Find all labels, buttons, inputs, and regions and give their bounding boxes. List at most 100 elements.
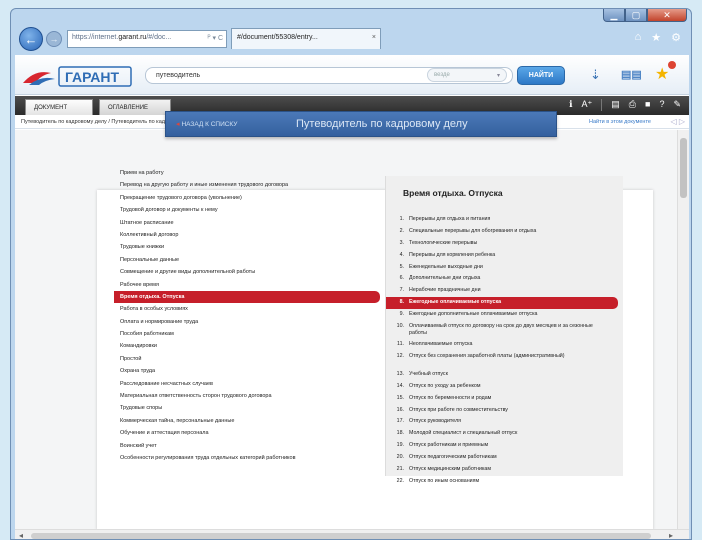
section-item[interactable]: 14. Отпуск по уходу за ребенком — [386, 381, 618, 393]
topic-item[interactable]: Обучение и аттестация персонала — [118, 427, 380, 439]
section-item[interactable]: 7. Нерабочие праздничные дни — [386, 285, 618, 297]
section-item-number: 16. — [396, 406, 404, 413]
page-icon[interactable]: ▤ — [611, 99, 620, 111]
topic-item[interactable]: Перевод на другую работу и иные изменени… — [118, 179, 380, 191]
scroll-left-icon[interactable]: ◂ — [19, 531, 23, 539]
section-item-number: 13. — [396, 370, 404, 377]
download-icon[interactable]: ⇣ — [590, 67, 601, 83]
section-item-label: Оплачиваемый отпуск по договору на срок … — [409, 323, 593, 337]
topic-item[interactable]: Оплата и нормирование труда — [118, 316, 380, 328]
section-item[interactable]: 22. Отпуск по иным основаниям — [386, 476, 618, 488]
section-item[interactable]: 16. Отпуск при работе по совместительству — [386, 405, 618, 417]
section-item-number: 7. — [399, 287, 404, 294]
browser-icons: ⌂ ★ ⚙ — [635, 31, 681, 44]
topic-item[interactable]: Работа в особых условиях — [118, 303, 380, 315]
topic-item[interactable]: Прекращение трудового договора (увольнен… — [118, 192, 380, 204]
print-icon[interactable]: ⎙ — [629, 99, 636, 111]
topic-item[interactable]: Трудовой договор и документы к нему — [118, 204, 380, 216]
section-item[interactable]: 13. Учебный отпуск — [386, 369, 618, 381]
section-item[interactable]: 9. Ежегодные дополнительные оплачиваемые … — [386, 309, 618, 321]
topic-item[interactable]: Командировки — [118, 340, 380, 352]
address-tools[interactable]: ᴾ ▾ C — [208, 34, 223, 42]
garant-logo-icon: ГАРАНТ — [23, 66, 132, 87]
topic-item[interactable]: Расследование несчастных случаев — [118, 378, 380, 390]
section-item-label: Отпуск руководителя — [409, 418, 462, 425]
topic-item[interactable]: Пособия работникам — [118, 328, 380, 340]
section-item[interactable]: 1. Перерывы для отдыха и питания — [386, 214, 618, 226]
address-bar[interactable]: https://internet.garant.ru/#/doc... ᴾ ▾ … — [67, 30, 227, 48]
settings-icon[interactable]: ✎ — [673, 99, 681, 111]
section-item-number: 14. — [396, 382, 404, 389]
settings-gear-icon[interactable]: ⚙ — [671, 31, 681, 44]
notification-badge — [668, 61, 676, 69]
vertical-scrollbar[interactable] — [677, 130, 689, 529]
section-item-number: 18. — [396, 430, 404, 437]
scroll-right-icon[interactable]: ▸ — [669, 531, 673, 539]
section-item[interactable]: 4. Перерывы для кормления ребенка — [386, 250, 618, 262]
section-item[interactable]: 17. Отпуск руководителя — [386, 416, 618, 428]
back-to-list-link[interactable]: ◂ НАЗАД К СПИСКУ — [176, 120, 237, 128]
section-item[interactable]: 11. Неоплачиваемые отпуска — [386, 339, 618, 351]
topic-item[interactable]: Трудовые споры — [118, 402, 380, 414]
section-item[interactable]: 19. Отпуск работникам и приемным — [386, 440, 618, 452]
maximize-button[interactable]: ▢ — [625, 9, 647, 22]
section-item[interactable]: 21. Отпуск медицинским работникам — [386, 464, 618, 476]
topic-item[interactable]: Время отдыха. Отпуска — [114, 290, 380, 304]
topic-item[interactable]: Воинский учет — [118, 440, 380, 452]
tab-contents[interactable]: ОГЛАВЛЕНИЕ — [99, 99, 171, 115]
topic-item[interactable]: Рабочее время — [118, 279, 380, 291]
tab-document[interactable]: ДОКУМЕНТ — [25, 99, 93, 115]
help-icon[interactable]: ? — [659, 99, 664, 111]
topic-item[interactable]: Материальная ответственность сторон труд… — [118, 390, 380, 402]
search-scope-select[interactable]: везде ▾ — [427, 68, 507, 82]
section-item[interactable]: 6. Дополнительные дни отдыха — [386, 273, 618, 285]
topic-item[interactable]: Штатное расписание — [118, 217, 380, 229]
horizontal-scroll-thumb[interactable] — [31, 533, 651, 539]
topic-item[interactable]: Персональные данные — [118, 254, 380, 266]
back-button[interactable]: ← — [19, 27, 43, 51]
horizontal-scrollbar[interactable]: ◂ ▸ — [15, 529, 689, 539]
section-item[interactable]: 8. Ежегодные оплачиваемые отпуска — [386, 297, 618, 310]
search-scope-value: везде — [434, 72, 450, 78]
window-titlebar: ▁ ▢ ✕ — [11, 9, 691, 23]
topic-item[interactable]: Трудовые книжки — [118, 241, 380, 253]
tab-close-icon[interactable]: × — [372, 34, 376, 41]
topic-item[interactable]: Коллективный договор — [118, 229, 380, 241]
topic-item[interactable]: Совмещение и другие виды дополнительной … — [118, 266, 380, 278]
save-icon[interactable]: ■ — [645, 99, 650, 111]
favorites-star-icon[interactable]: ★ — [651, 31, 661, 44]
section-item-label: Ежегодные дополнительные оплачиваемые от… — [409, 311, 538, 318]
minimize-button[interactable]: ▁ — [603, 9, 625, 22]
section-item[interactable]: 2. Специальные перерывы для обогревания и… — [386, 226, 618, 238]
breadcrumb-nav-icons[interactable]: ◁ ▷ — [670, 117, 685, 126]
section-item[interactable]: 20. Отпуск педагогическим работникам — [386, 452, 618, 464]
section-item[interactable]: 3. Технологические перерывы — [386, 238, 618, 250]
topic-item[interactable]: Охрана труда — [118, 365, 380, 377]
search-button[interactable]: НАЙТИ — [517, 66, 565, 85]
section-item[interactable]: 12. Отпуск без сохранения заработной плат… — [386, 351, 604, 369]
section-panel: Время отдыха. Отпуска 1. Перерывы для отд… — [385, 176, 623, 484]
vertical-scroll-thumb[interactable] — [680, 138, 687, 198]
home-icon[interactable]: ⌂ — [635, 31, 642, 44]
section-item[interactable]: 15. Отпуск по беременности и родам — [386, 393, 618, 405]
topic-item[interactable]: Особенности регулирования труда отдельны… — [118, 452, 380, 464]
topic-item[interactable]: Простой — [118, 353, 380, 365]
section-item[interactable]: 5. Еженедельные выходные дни — [386, 262, 618, 274]
font-size-icon[interactable]: A⁺ — [582, 99, 593, 111]
favorites-icon[interactable]: ★ — [655, 64, 669, 84]
topic-item[interactable]: Прием на работу — [118, 167, 380, 179]
forward-button[interactable]: → — [46, 31, 62, 47]
section-item[interactable]: 10. Оплачиваемый отпуск по договору на ср… — [386, 321, 604, 339]
bookmarks-icon[interactable]: ▤▤ — [621, 68, 642, 81]
section-item-number: 3. — [399, 239, 404, 246]
section-item-number: 10. — [396, 323, 404, 330]
close-window-button[interactable]: ✕ — [647, 9, 687, 22]
browser-tab-active[interactable]: #/document/55308/entry... × — [231, 28, 381, 49]
tab-title: #/document/55308/entry... — [237, 34, 318, 41]
section-item[interactable]: 18. Молодой специалист и специальный отпу… — [386, 428, 618, 440]
info-icon[interactable]: ℹ — [569, 99, 572, 111]
window-controls: ▁ ▢ ✕ — [603, 9, 687, 22]
topic-item[interactable]: Коммерческая тайна, персональные данные — [118, 415, 380, 427]
garant-logo[interactable]: ГАРАНТ — [21, 63, 133, 89]
find-in-document-link[interactable]: Найти в этом документе — [589, 119, 651, 125]
